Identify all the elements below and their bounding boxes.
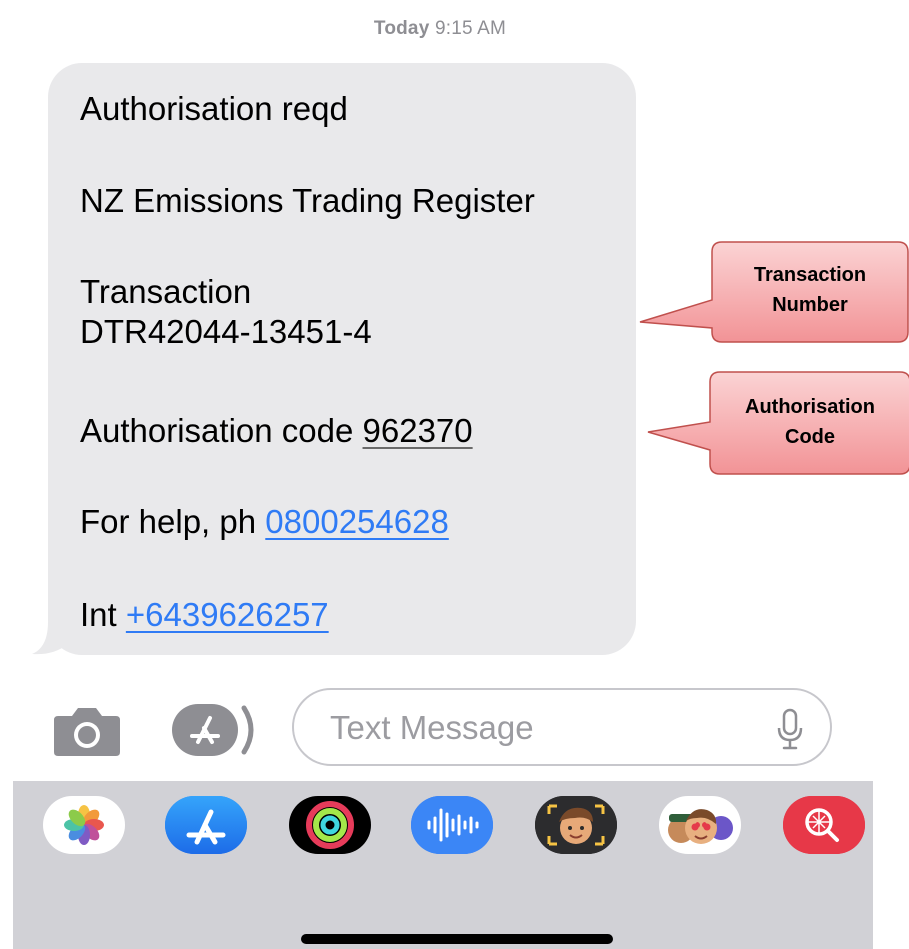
callout-authorisation-code: Authorisation Code bbox=[647, 370, 909, 480]
received-message-bubble[interactable] bbox=[48, 63, 636, 655]
app-store-icon[interactable] bbox=[170, 700, 260, 760]
message-line-int: Int +6439626257 bbox=[80, 595, 329, 635]
photos-app-icon[interactable] bbox=[43, 796, 125, 854]
message-composer bbox=[0, 688, 909, 768]
home-indicator[interactable] bbox=[301, 934, 613, 944]
memoji-app-icon[interactable] bbox=[535, 796, 617, 854]
timestamp-time: 9:15 AM bbox=[434, 18, 507, 39]
message-timestamp: Today 9:15 AM bbox=[0, 18, 880, 40]
callout-transaction-line2: Number bbox=[772, 294, 848, 316]
callout-transaction-line1: Transaction bbox=[753, 264, 867, 286]
text-message-field[interactable] bbox=[292, 688, 832, 766]
microphone-icon[interactable] bbox=[776, 708, 804, 750]
message-line-auth-reqd: Authorisation reqd bbox=[80, 90, 348, 127]
callout-authorisation-line1: Authorisation bbox=[745, 396, 875, 418]
callout-transaction-number: Transaction Number bbox=[639, 236, 909, 346]
message-line-transaction: Transaction bbox=[80, 273, 252, 310]
help-phone-link[interactable]: 0800254628 bbox=[265, 503, 449, 540]
imessage-app-tray bbox=[13, 781, 873, 949]
message-line-transaction-number: DTR42044-13451-4 bbox=[80, 313, 372, 350]
help-label: For help, ph bbox=[80, 503, 266, 540]
activity-app-icon[interactable] bbox=[289, 796, 371, 854]
app-store-app-icon[interactable] bbox=[165, 796, 247, 854]
audio-message-app-icon[interactable] bbox=[411, 796, 493, 854]
auth-code-value[interactable]: 962370 bbox=[363, 412, 473, 449]
int-label: Int bbox=[80, 596, 126, 633]
auth-code-label: Authorisation code bbox=[80, 412, 363, 449]
text-message-input[interactable] bbox=[328, 702, 752, 754]
message-line-register: NZ Emissions Trading Register bbox=[80, 182, 535, 219]
message-line-auth-code: Authorisation code 962370 bbox=[80, 411, 473, 451]
callout-authorisation-line2: Code bbox=[785, 426, 835, 448]
memoji-stickers-app-icon[interactable] bbox=[659, 796, 741, 854]
timestamp-day: Today bbox=[373, 18, 430, 39]
int-phone-link[interactable]: +6439626257 bbox=[126, 596, 329, 633]
image-search-app-icon[interactable] bbox=[783, 796, 865, 854]
message-line-help: For help, ph 0800254628 bbox=[80, 502, 449, 542]
camera-icon[interactable] bbox=[52, 704, 122, 758]
